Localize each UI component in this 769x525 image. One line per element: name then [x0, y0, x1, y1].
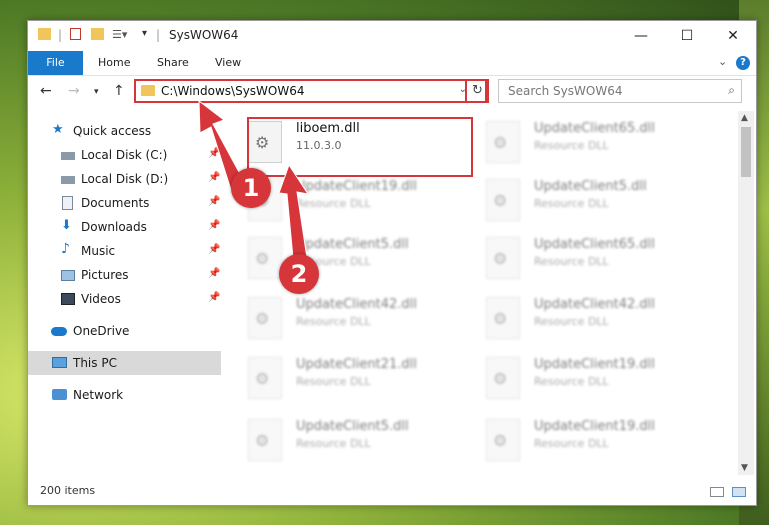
- annotation-arrows: [198, 99, 310, 259]
- callout-1: 1: [231, 168, 271, 208]
- arrow-2: [278, 163, 310, 259]
- callout-2: 2: [279, 254, 319, 294]
